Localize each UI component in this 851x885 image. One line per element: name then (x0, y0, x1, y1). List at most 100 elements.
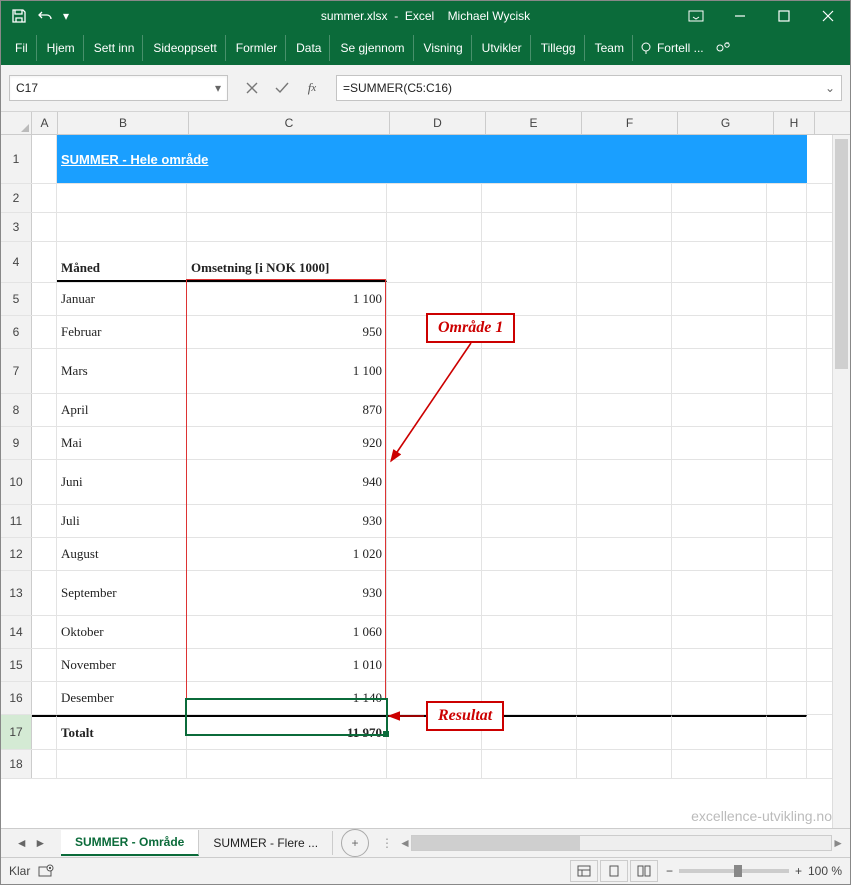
cell[interactable] (767, 538, 807, 570)
cell[interactable] (767, 505, 807, 537)
cell[interactable] (577, 649, 672, 681)
banner-title[interactable]: SUMMER - Hele område (57, 135, 807, 183)
share-button[interactable] (706, 31, 740, 65)
enter-icon[interactable] (272, 78, 292, 98)
cell[interactable] (672, 184, 767, 212)
cell-value[interactable]: 930 (187, 505, 387, 537)
tab-utvikler[interactable]: Utvikler (474, 35, 531, 61)
tab-team[interactable]: Team (587, 35, 633, 61)
cell-value[interactable]: 1 140 (187, 682, 387, 714)
cell[interactable] (577, 715, 672, 749)
header-month[interactable]: Måned (57, 242, 187, 282)
cell[interactable] (57, 750, 187, 778)
cell[interactable] (482, 427, 577, 459)
cell[interactable] (577, 349, 672, 393)
cell[interactable] (32, 571, 57, 615)
header-omsetning[interactable]: Omsetning [i NOK 1000] (187, 242, 387, 282)
cell-value[interactable]: 950 (187, 316, 387, 348)
minimize-button[interactable] (718, 1, 762, 31)
cell[interactable] (32, 135, 57, 183)
cell-value[interactable]: 1 020 (187, 538, 387, 570)
col-header-h[interactable]: H (774, 112, 815, 134)
cell[interactable] (672, 750, 767, 778)
cell[interactable] (32, 538, 57, 570)
cell[interactable] (482, 242, 577, 282)
cell[interactable] (387, 616, 482, 648)
row-header[interactable]: 16 (1, 682, 32, 714)
cell[interactable] (767, 750, 807, 778)
cell[interactable] (482, 349, 577, 393)
cell[interactable] (767, 184, 807, 212)
cell[interactable] (387, 538, 482, 570)
cell[interactable] (387, 283, 482, 315)
row-header[interactable]: 12 (1, 538, 32, 570)
cell[interactable] (672, 242, 767, 282)
save-icon[interactable] (11, 8, 27, 24)
zoom-out-button[interactable]: − (666, 864, 673, 878)
close-button[interactable] (806, 1, 850, 31)
row-header[interactable]: 14 (1, 616, 32, 648)
col-header-c[interactable]: C (189, 112, 390, 134)
cell[interactable] (32, 460, 57, 504)
cell[interactable] (32, 184, 57, 212)
cell[interactable] (482, 616, 577, 648)
cancel-icon[interactable] (242, 78, 262, 98)
cell-value[interactable]: 1 060 (187, 616, 387, 648)
horizontal-scrollbar[interactable]: ◄ ► (393, 835, 850, 851)
cell[interactable] (577, 616, 672, 648)
cell[interactable] (387, 394, 482, 426)
cell[interactable] (577, 394, 672, 426)
cell[interactable] (32, 242, 57, 282)
zoom-level[interactable]: 100 % (808, 864, 842, 878)
cell-month[interactable]: Desember (57, 682, 187, 714)
vertical-scrollbar[interactable] (832, 135, 850, 828)
cell[interactable] (387, 242, 482, 282)
cell[interactable] (767, 394, 807, 426)
cell-value[interactable]: 1 100 (187, 283, 387, 315)
cell-month[interactable]: Juni (57, 460, 187, 504)
cell[interactable] (482, 505, 577, 537)
cell[interactable] (32, 349, 57, 393)
cell[interactable] (482, 571, 577, 615)
view-page-break-button[interactable] (630, 860, 658, 882)
view-normal-button[interactable] (570, 860, 598, 882)
cell[interactable] (672, 682, 767, 714)
tab-se-gjennom[interactable]: Se gjennom (332, 35, 413, 61)
row-header[interactable]: 1 (1, 135, 32, 183)
cell-month[interactable]: November (57, 649, 187, 681)
cell[interactable] (767, 349, 807, 393)
cell-value[interactable]: 930 (187, 571, 387, 615)
cell[interactable] (32, 427, 57, 459)
cell[interactable] (387, 427, 482, 459)
cell[interactable] (767, 571, 807, 615)
undo-icon[interactable] (37, 10, 53, 22)
col-header-d[interactable]: D (390, 112, 486, 134)
sheet-nav[interactable]: ◄ ► (1, 836, 61, 850)
cell-month[interactable]: April (57, 394, 187, 426)
cell[interactable] (672, 349, 767, 393)
cell[interactable] (32, 505, 57, 537)
tab-visning[interactable]: Visning (416, 35, 472, 61)
cell[interactable] (767, 715, 807, 749)
row-header[interactable]: 7 (1, 349, 32, 393)
cell-value[interactable]: 870 (187, 394, 387, 426)
total-label[interactable]: Totalt (57, 715, 187, 749)
cell[interactable] (387, 460, 482, 504)
select-all-button[interactable] (1, 112, 32, 134)
row-header[interactable]: 17 (1, 715, 32, 749)
col-header-g[interactable]: G (678, 112, 774, 134)
cell[interactable] (767, 283, 807, 315)
cell[interactable] (672, 505, 767, 537)
cell[interactable] (482, 184, 577, 212)
cell[interactable] (577, 242, 672, 282)
cell[interactable] (672, 571, 767, 615)
name-box[interactable]: C17 ▾ (9, 75, 228, 101)
cell[interactable] (672, 427, 767, 459)
row-header[interactable]: 18 (1, 750, 32, 778)
cell[interactable] (482, 538, 577, 570)
row-header[interactable]: 11 (1, 505, 32, 537)
cell[interactable] (577, 316, 672, 348)
cell-value[interactable]: 940 (187, 460, 387, 504)
cell[interactable] (57, 184, 187, 212)
sheet-tab-other[interactable]: SUMMER - Flere ... (199, 831, 333, 855)
